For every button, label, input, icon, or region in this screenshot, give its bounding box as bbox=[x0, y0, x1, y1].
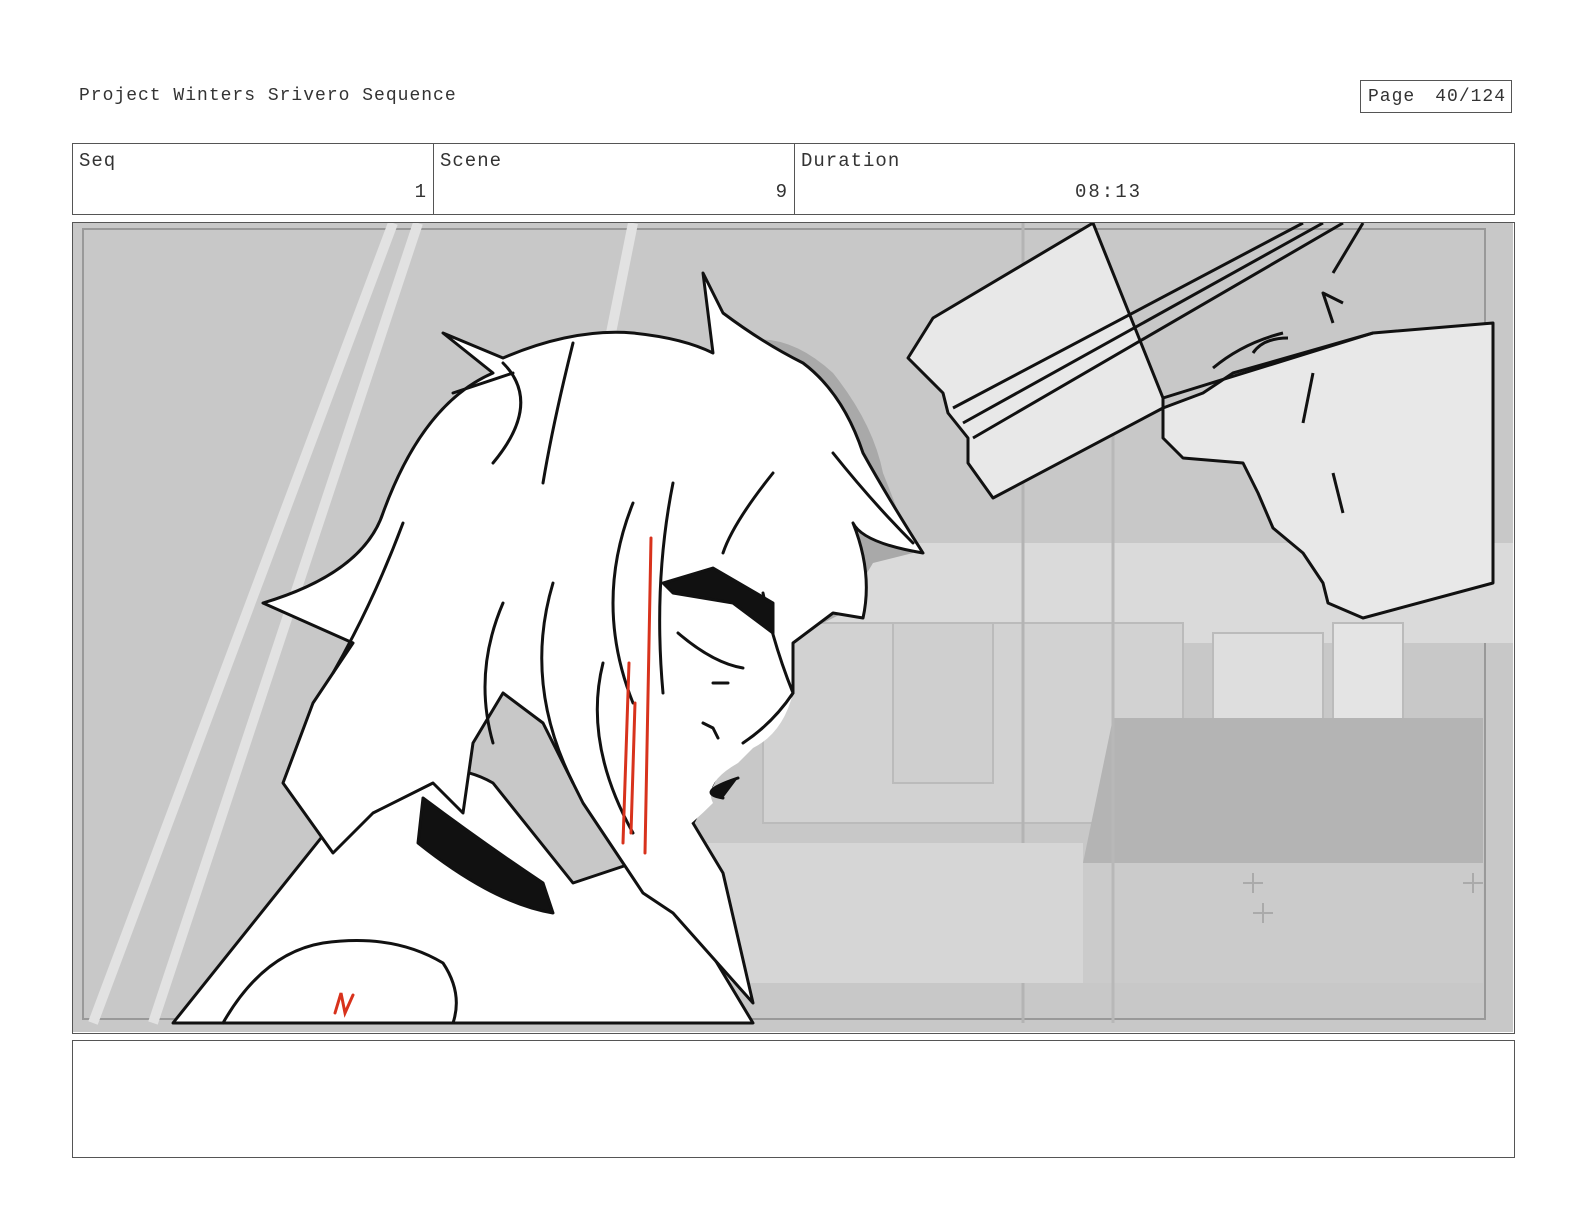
storyboard-panel bbox=[72, 222, 1515, 1034]
shot-info-row: Seq 1 Scene 9 Duration 08:13 bbox=[72, 143, 1515, 215]
duration-cell: Duration 08:13 bbox=[794, 144, 1514, 214]
seq-label: Seq bbox=[79, 150, 117, 172]
project-title: Project Winters Srivero Sequence bbox=[79, 86, 457, 106]
page-indicator: Page 40/124 bbox=[1360, 80, 1512, 113]
storyboard-sketch bbox=[73, 223, 1513, 1032]
seq-cell: Seq 1 bbox=[73, 144, 433, 214]
notes-box bbox=[72, 1040, 1515, 1158]
page-label: Page bbox=[1368, 86, 1416, 107]
page-number: 40/124 bbox=[1435, 86, 1507, 107]
scene-cell: Scene 9 bbox=[433, 144, 794, 214]
seq-value: 1 bbox=[414, 181, 426, 203]
duration-value: 08:13 bbox=[1075, 181, 1143, 203]
scene-label: Scene bbox=[440, 150, 503, 172]
scene-value: 9 bbox=[775, 181, 787, 203]
duration-label: Duration bbox=[801, 150, 901, 172]
